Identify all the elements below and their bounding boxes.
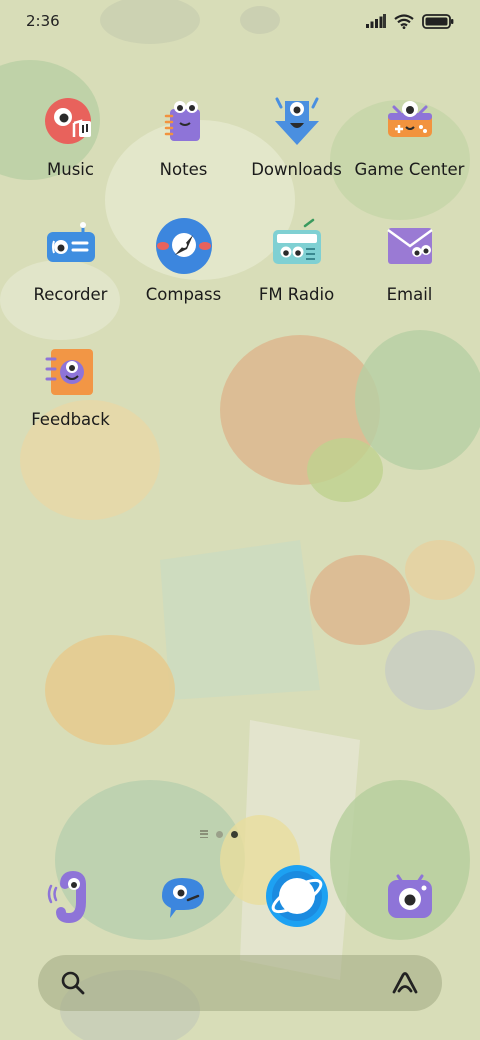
status-bar: 2:36 bbox=[0, 0, 480, 42]
app-email[interactable]: Email bbox=[353, 213, 466, 311]
app-notes[interactable]: Notes bbox=[127, 88, 240, 186]
signal-icon bbox=[366, 14, 386, 28]
dock-browser[interactable] bbox=[240, 858, 353, 934]
app-label: Compass bbox=[145, 285, 222, 304]
battery-icon bbox=[422, 13, 454, 29]
app-label: FM Radio bbox=[258, 285, 335, 304]
notes-icon bbox=[151, 88, 217, 154]
app-label: Music bbox=[47, 160, 94, 179]
assistant-icon[interactable] bbox=[390, 970, 420, 996]
wifi-icon bbox=[394, 13, 414, 29]
page-indicator[interactable] bbox=[200, 830, 238, 838]
compass-icon bbox=[151, 213, 217, 279]
camera-icon bbox=[387, 874, 432, 918]
recorder-icon bbox=[38, 213, 104, 279]
app-label: Recorder bbox=[33, 285, 108, 304]
dock bbox=[14, 858, 466, 934]
downloads-icon bbox=[264, 88, 330, 154]
app-label: Game Center bbox=[354, 160, 465, 179]
app-fm-radio[interactable]: FM Radio bbox=[240, 213, 353, 311]
music-icon bbox=[38, 88, 104, 154]
app-grid: Music Notes Downloads Game Center Record… bbox=[14, 88, 466, 436]
search-icon[interactable] bbox=[60, 970, 86, 996]
phone-icon bbox=[47, 870, 86, 924]
game-center-icon bbox=[377, 88, 443, 154]
fm-radio-icon bbox=[264, 213, 330, 279]
app-feedback[interactable]: Feedback bbox=[14, 338, 127, 436]
page-list-icon bbox=[200, 830, 208, 838]
dock-camera[interactable] bbox=[353, 858, 466, 934]
app-label: Downloads bbox=[251, 160, 342, 179]
email-icon bbox=[377, 213, 443, 279]
app-music[interactable]: Music bbox=[14, 88, 127, 186]
dock-messages[interactable] bbox=[127, 858, 240, 934]
status-icons bbox=[366, 13, 454, 29]
messages-icon bbox=[161, 878, 204, 918]
app-game-center[interactable]: Game Center bbox=[353, 88, 466, 186]
app-label: Notes bbox=[159, 160, 208, 179]
feedback-icon bbox=[38, 338, 104, 404]
page-dot-active bbox=[231, 830, 238, 838]
dock-phone[interactable] bbox=[14, 858, 127, 934]
page-dot bbox=[216, 830, 223, 838]
search-bar[interactable] bbox=[38, 955, 442, 1011]
status-time: 2:36 bbox=[26, 12, 60, 30]
app-recorder[interactable]: Recorder bbox=[14, 213, 127, 311]
app-label: Feedback bbox=[31, 410, 110, 429]
app-compass[interactable]: Compass bbox=[127, 213, 240, 311]
browser-icon bbox=[265, 865, 328, 927]
app-downloads[interactable]: Downloads bbox=[240, 88, 353, 186]
app-label: Email bbox=[386, 285, 433, 304]
